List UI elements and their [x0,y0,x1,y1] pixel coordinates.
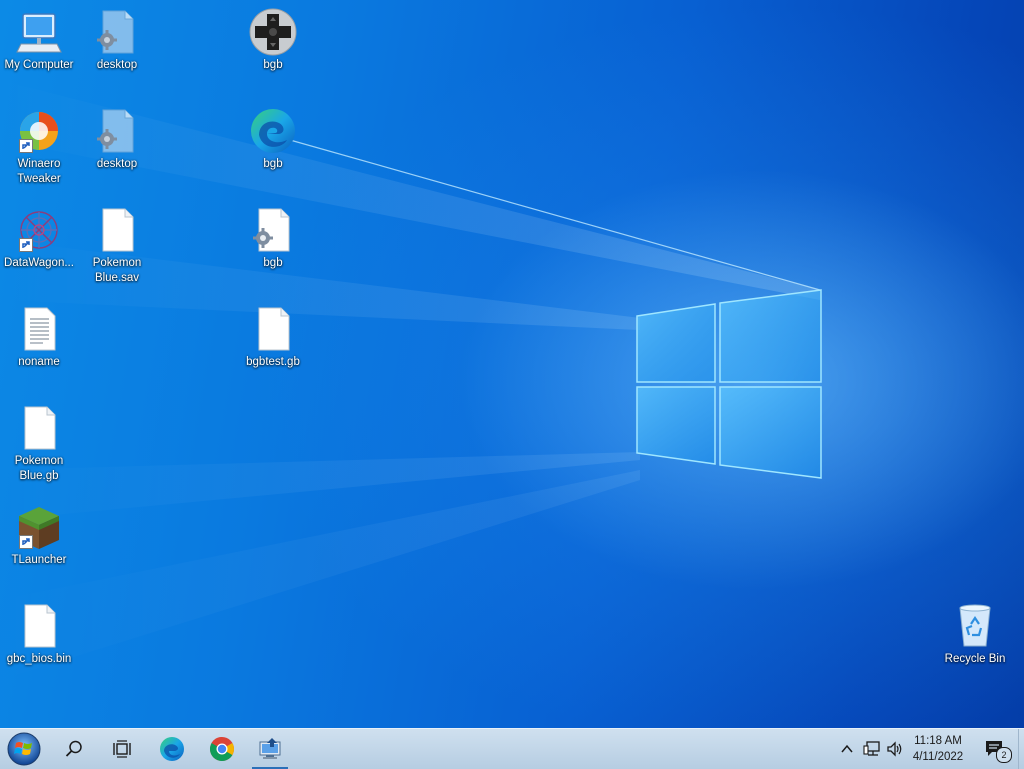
edge-icon [160,737,184,761]
taskbar-edge-button[interactable] [148,729,196,769]
desktop-icon-desktop-ini-1[interactable]: desktop [78,8,156,73]
desktop-icon-label: desktop [96,158,138,170]
desktop-icon-label: TLauncher [11,554,67,566]
show-desktop-button[interactable] [1018,729,1024,769]
windows-start-orb-icon [7,732,41,766]
settings-file-icon [97,109,134,153]
desktop-icon-my-computer[interactable]: My Computer [0,8,78,73]
desktop-icon-bgb-exe[interactable]: bgb [234,8,312,73]
desktop-icon-tlauncher[interactable]: TLauncher [0,503,78,568]
tray-overflow-button[interactable] [836,729,858,769]
desktop: My Computer Winaero Tweaker DataWagon...… [0,0,1024,728]
recycle-bin-icon [959,604,991,647]
desktop-icon-label: Pokemon Blue.gb [14,455,64,482]
search-button[interactable] [50,729,98,769]
desktop-icon-desktop-ini-2[interactable]: desktop [78,107,156,172]
computer-icon [16,13,62,53]
desktop-icon-label: Recycle Bin [944,653,1006,665]
chrome-icon [209,737,234,762]
blank-file-icon [24,604,56,648]
clock-date: 4/11/2022 [912,751,964,763]
desktop-icon-noname[interactable]: noname [0,305,78,370]
desktop-icon-bgb-config[interactable]: bgb [234,206,312,271]
task-view-icon [113,740,131,758]
desktop-icon-winaero-tweaker[interactable]: Winaero Tweaker [0,107,78,187]
desktop-icon-label: DataWagon... [4,257,74,269]
search-icon [65,740,82,757]
desktop-icon-label: bgb [263,59,283,71]
taskbar-chrome-button[interactable] [198,729,246,769]
settings-file-icon [253,208,290,252]
desktop-icon-label: desktop [96,59,138,71]
desktop-icon-gbc-bios[interactable]: gbc_bios.bin [0,602,78,667]
chevron-up-icon [841,744,853,753]
start-button[interactable] [0,729,48,769]
action-center-button[interactable]: 2 [978,729,1012,769]
clock-time: 11:18 AM [914,735,962,747]
desktop-icon-datawagon[interactable]: DataWagon... [0,206,78,271]
shortcut-arrow-icon [19,535,33,549]
desktop-icon-label: My Computer [4,59,74,71]
desktop-icon-recycle-bin[interactable]: Recycle Bin [936,602,1014,667]
gamepad-dpad-icon [249,8,297,56]
shortcut-arrow-icon [19,238,33,252]
desktop-icon-label: bgb [263,257,283,269]
desktop-icon-label: bgb [263,158,283,170]
taskbar: 11:18 AM 4/11/2022 2 [0,728,1024,769]
desktop-icon-label: Winaero Tweaker [17,158,61,185]
desktop-icon-pokemon-blue-sav[interactable]: Pokemon Blue.sav [78,206,156,286]
notification-count-badge: 2 [996,747,1012,763]
network-app-icon [259,738,281,759]
edge-icon [251,109,295,153]
desktop-icon-label: bgbtest.gb [246,356,300,368]
blank-file-icon [24,406,56,450]
taskbar-clock[interactable]: 11:18 AM 4/11/2022 [900,729,976,769]
blank-file-icon [258,307,290,351]
desktop-icon-pokemon-blue-gb[interactable]: Pokemon Blue.gb [0,404,78,484]
desktop-icon-bgbtest-gb[interactable]: bgbtest.gb [234,305,312,370]
task-view-button[interactable] [98,729,146,769]
desktop-icon-label: gbc_bios.bin [6,653,72,665]
desktop-icon-label: noname [18,356,60,368]
desktop-icon-bgb-edge[interactable]: bgb [234,107,312,172]
shortcut-arrow-icon [19,139,33,153]
blank-file-icon [102,208,134,252]
desktop-icon-label: Pokemon Blue.sav [92,257,142,284]
windows-logo-wallpaper [636,289,822,479]
tray-network-button[interactable] [860,729,884,769]
taskbar-network-app-button[interactable] [246,729,294,769]
settings-file-icon [97,10,134,54]
network-icon [863,741,880,756]
text-file-icon [24,307,56,351]
